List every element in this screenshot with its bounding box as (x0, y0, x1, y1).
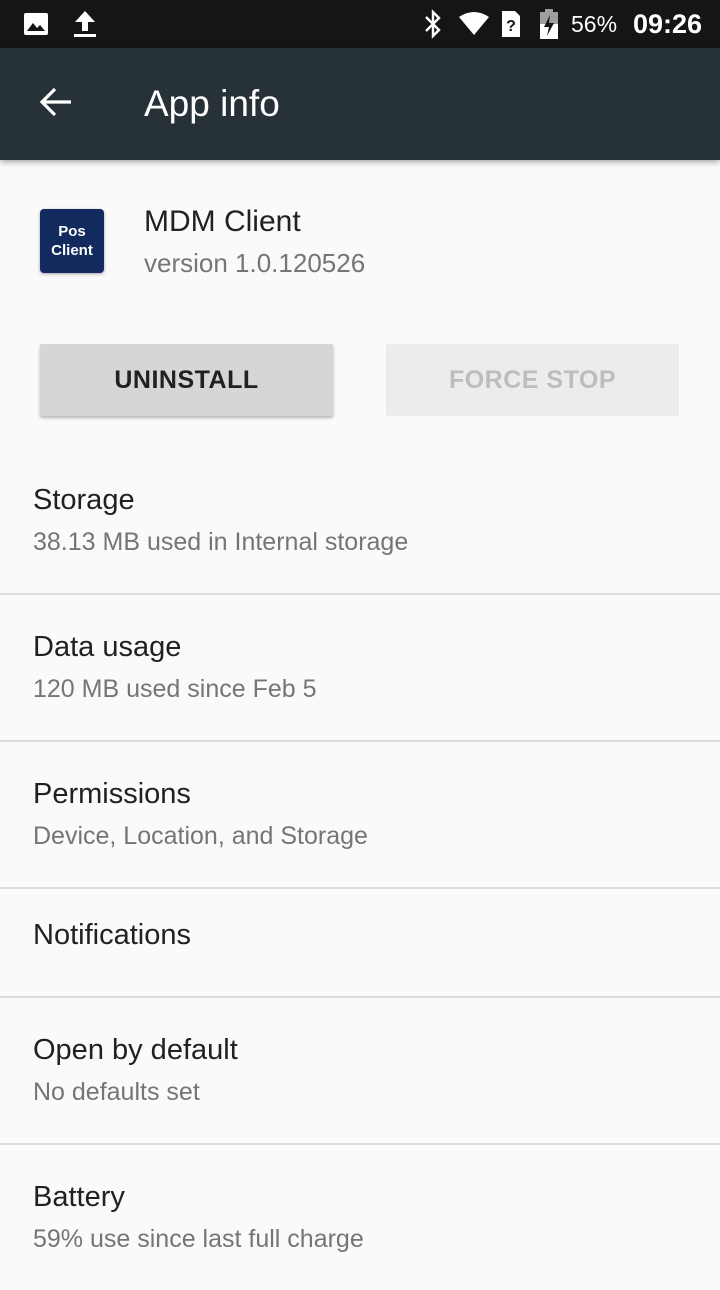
settings-item-title: Data usage (33, 631, 182, 663)
app-icon-text-line1: Pos (58, 223, 86, 240)
svg-text:?: ? (506, 18, 516, 35)
settings-item-subtitle: No defaults set (33, 1078, 200, 1106)
uninstall-button[interactable]: UNINSTALL (40, 344, 333, 416)
settings-item-title: Open by default (33, 1034, 238, 1066)
clock: 09:26 (633, 9, 703, 39)
settings-item-subtitle: Device, Location, and Storage (33, 822, 368, 850)
settings-item-subtitle: 59% use since last full charge (33, 1225, 364, 1253)
back-button[interactable] (24, 76, 88, 132)
settings-item-battery[interactable]: Battery 59% use since last full charge (0, 1145, 720, 1290)
image-notification-icon (22, 0, 50, 48)
settings-item-title: Notifications (33, 919, 191, 951)
no-sim-icon: ? (499, 0, 523, 48)
settings-item-open-by-default[interactable]: Open by default No defaults set (0, 998, 720, 1145)
battery-charging-icon (537, 0, 561, 48)
page-title: App info (144, 83, 280, 124)
app-header: Pos Client MDM Client version 1.0.120526 (0, 160, 720, 310)
settings-item-storage[interactable]: Storage 38.13 MB used in Internal storag… (0, 448, 720, 595)
settings-item-title: Battery (33, 1181, 125, 1213)
app-name: MDM Client (144, 205, 301, 238)
force-stop-button: FORCE STOP (386, 344, 679, 416)
battery-percentage: 56% (571, 11, 618, 37)
settings-list: Storage 38.13 MB used in Internal storag… (0, 448, 720, 1290)
settings-item-title: Permissions (33, 778, 191, 810)
app-icon-text-line2: Client (51, 242, 93, 259)
arrow-back-icon (39, 87, 73, 122)
settings-item-subtitle: 120 MB used since Feb 5 (33, 675, 317, 703)
wifi-icon (457, 0, 491, 48)
settings-item-permissions[interactable]: Permissions Device, Location, and Storag… (0, 742, 720, 889)
app-icon: Pos Client (40, 209, 104, 273)
settings-item-data-usage[interactable]: Data usage 120 MB used since Feb 5 (0, 595, 720, 742)
app-bar: App info (0, 48, 720, 160)
settings-item-subtitle: 38.13 MB used in Internal storage (33, 528, 409, 556)
status-bar: ? 56% 09:26 (0, 0, 720, 48)
upload-icon (72, 0, 98, 48)
settings-item-title: Storage (33, 484, 135, 516)
app-version: version 1.0.120526 (144, 248, 366, 278)
settings-item-notifications[interactable]: Notifications (0, 889, 720, 998)
bluetooth-icon (420, 0, 446, 48)
